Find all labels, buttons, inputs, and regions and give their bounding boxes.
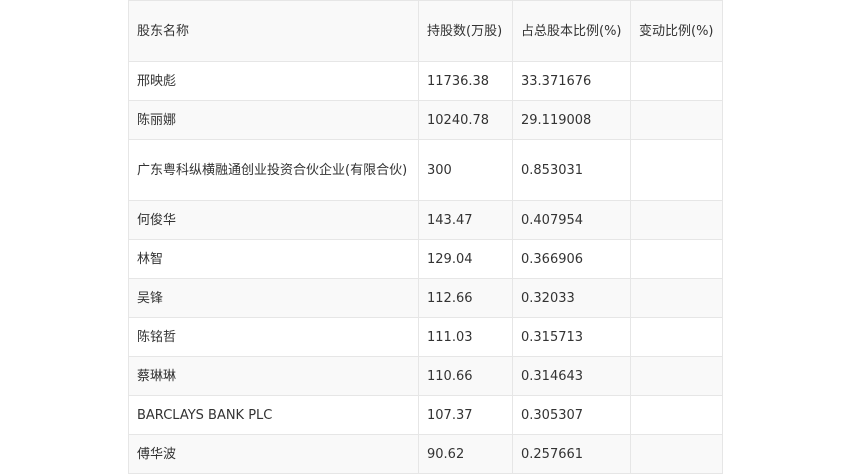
cell-shareholder-name: 何俊华 [128, 200, 419, 240]
cell-share-ratio: 0.315713 [512, 317, 631, 357]
shareholder-table: 股东名称 持股数(万股) 占总股本比例(%) 变动比例(%) 邢映彪 11736… [128, 0, 723, 474]
cell-share-ratio: 0.366906 [512, 239, 631, 279]
cell-shares-held: 111.03 [418, 317, 513, 357]
cell-change-ratio [630, 139, 723, 201]
cell-shareholder-name: 邢映彪 [128, 61, 419, 101]
cell-share-ratio: 0.305307 [512, 395, 631, 435]
cell-shares-held: 10240.78 [418, 100, 513, 140]
table-row: 广东粤科纵横融通创业投资合伙企业(有限合伙) 300 0.853031 [128, 139, 723, 201]
cell-shareholder-name: 吴锋 [128, 278, 419, 318]
header-shareholder-name: 股东名称 [128, 0, 419, 62]
cell-share-ratio: 0.32033 [512, 278, 631, 318]
cell-shares-held: 11736.38 [418, 61, 513, 101]
cell-share-ratio: 29.119008 [512, 100, 631, 140]
table-row: 吴锋 112.66 0.32033 [128, 278, 723, 318]
cell-shares-held: 143.47 [418, 200, 513, 240]
cell-share-ratio: 0.853031 [512, 139, 631, 201]
cell-share-ratio: 0.314643 [512, 356, 631, 396]
cell-shareholder-name: 蔡琳琳 [128, 356, 419, 396]
cell-shares-held: 112.66 [418, 278, 513, 318]
cell-change-ratio [630, 434, 723, 474]
table-row: BARCLAYS BANK PLC 107.37 0.305307 [128, 395, 723, 435]
header-share-ratio: 占总股本比例(%) [512, 0, 631, 62]
header-change-ratio: 变动比例(%) [630, 0, 723, 62]
table-row: 蔡琳琳 110.66 0.314643 [128, 356, 723, 396]
cell-shares-held: 129.04 [418, 239, 513, 279]
cell-change-ratio [630, 239, 723, 279]
table-row: 陈铭哲 111.03 0.315713 [128, 317, 723, 357]
cell-shares-held: 110.66 [418, 356, 513, 396]
cell-shareholder-name: 林智 [128, 239, 419, 279]
table-header-row: 股东名称 持股数(万股) 占总股本比例(%) 变动比例(%) [128, 0, 723, 62]
table-row: 邢映彪 11736.38 33.371676 [128, 61, 723, 101]
header-shares-held: 持股数(万股) [418, 0, 513, 62]
table-row: 何俊华 143.47 0.407954 [128, 200, 723, 240]
cell-shares-held: 90.62 [418, 434, 513, 474]
cell-shares-held: 107.37 [418, 395, 513, 435]
cell-change-ratio [630, 317, 723, 357]
table-row: 陈丽娜 10240.78 29.119008 [128, 100, 723, 140]
cell-shareholder-name: 广东粤科纵横融通创业投资合伙企业(有限合伙) [128, 139, 419, 201]
cell-share-ratio: 33.371676 [512, 61, 631, 101]
cell-change-ratio [630, 395, 723, 435]
shareholder-table-container: 股东名称 持股数(万股) 占总股本比例(%) 变动比例(%) 邢映彪 11736… [128, 0, 723, 474]
cell-change-ratio [630, 61, 723, 101]
table-row: 林智 129.04 0.366906 [128, 239, 723, 279]
cell-share-ratio: 0.407954 [512, 200, 631, 240]
cell-change-ratio [630, 356, 723, 396]
cell-share-ratio: 0.257661 [512, 434, 631, 474]
table-row: 傅华波 90.62 0.257661 [128, 434, 723, 474]
cell-shareholder-name: BARCLAYS BANK PLC [128, 395, 419, 435]
cell-change-ratio [630, 200, 723, 240]
cell-shareholder-name: 傅华波 [128, 434, 419, 474]
cell-shareholder-name: 陈铭哲 [128, 317, 419, 357]
cell-shares-held: 300 [418, 139, 513, 201]
cell-shareholder-name: 陈丽娜 [128, 100, 419, 140]
cell-change-ratio [630, 100, 723, 140]
cell-change-ratio [630, 278, 723, 318]
